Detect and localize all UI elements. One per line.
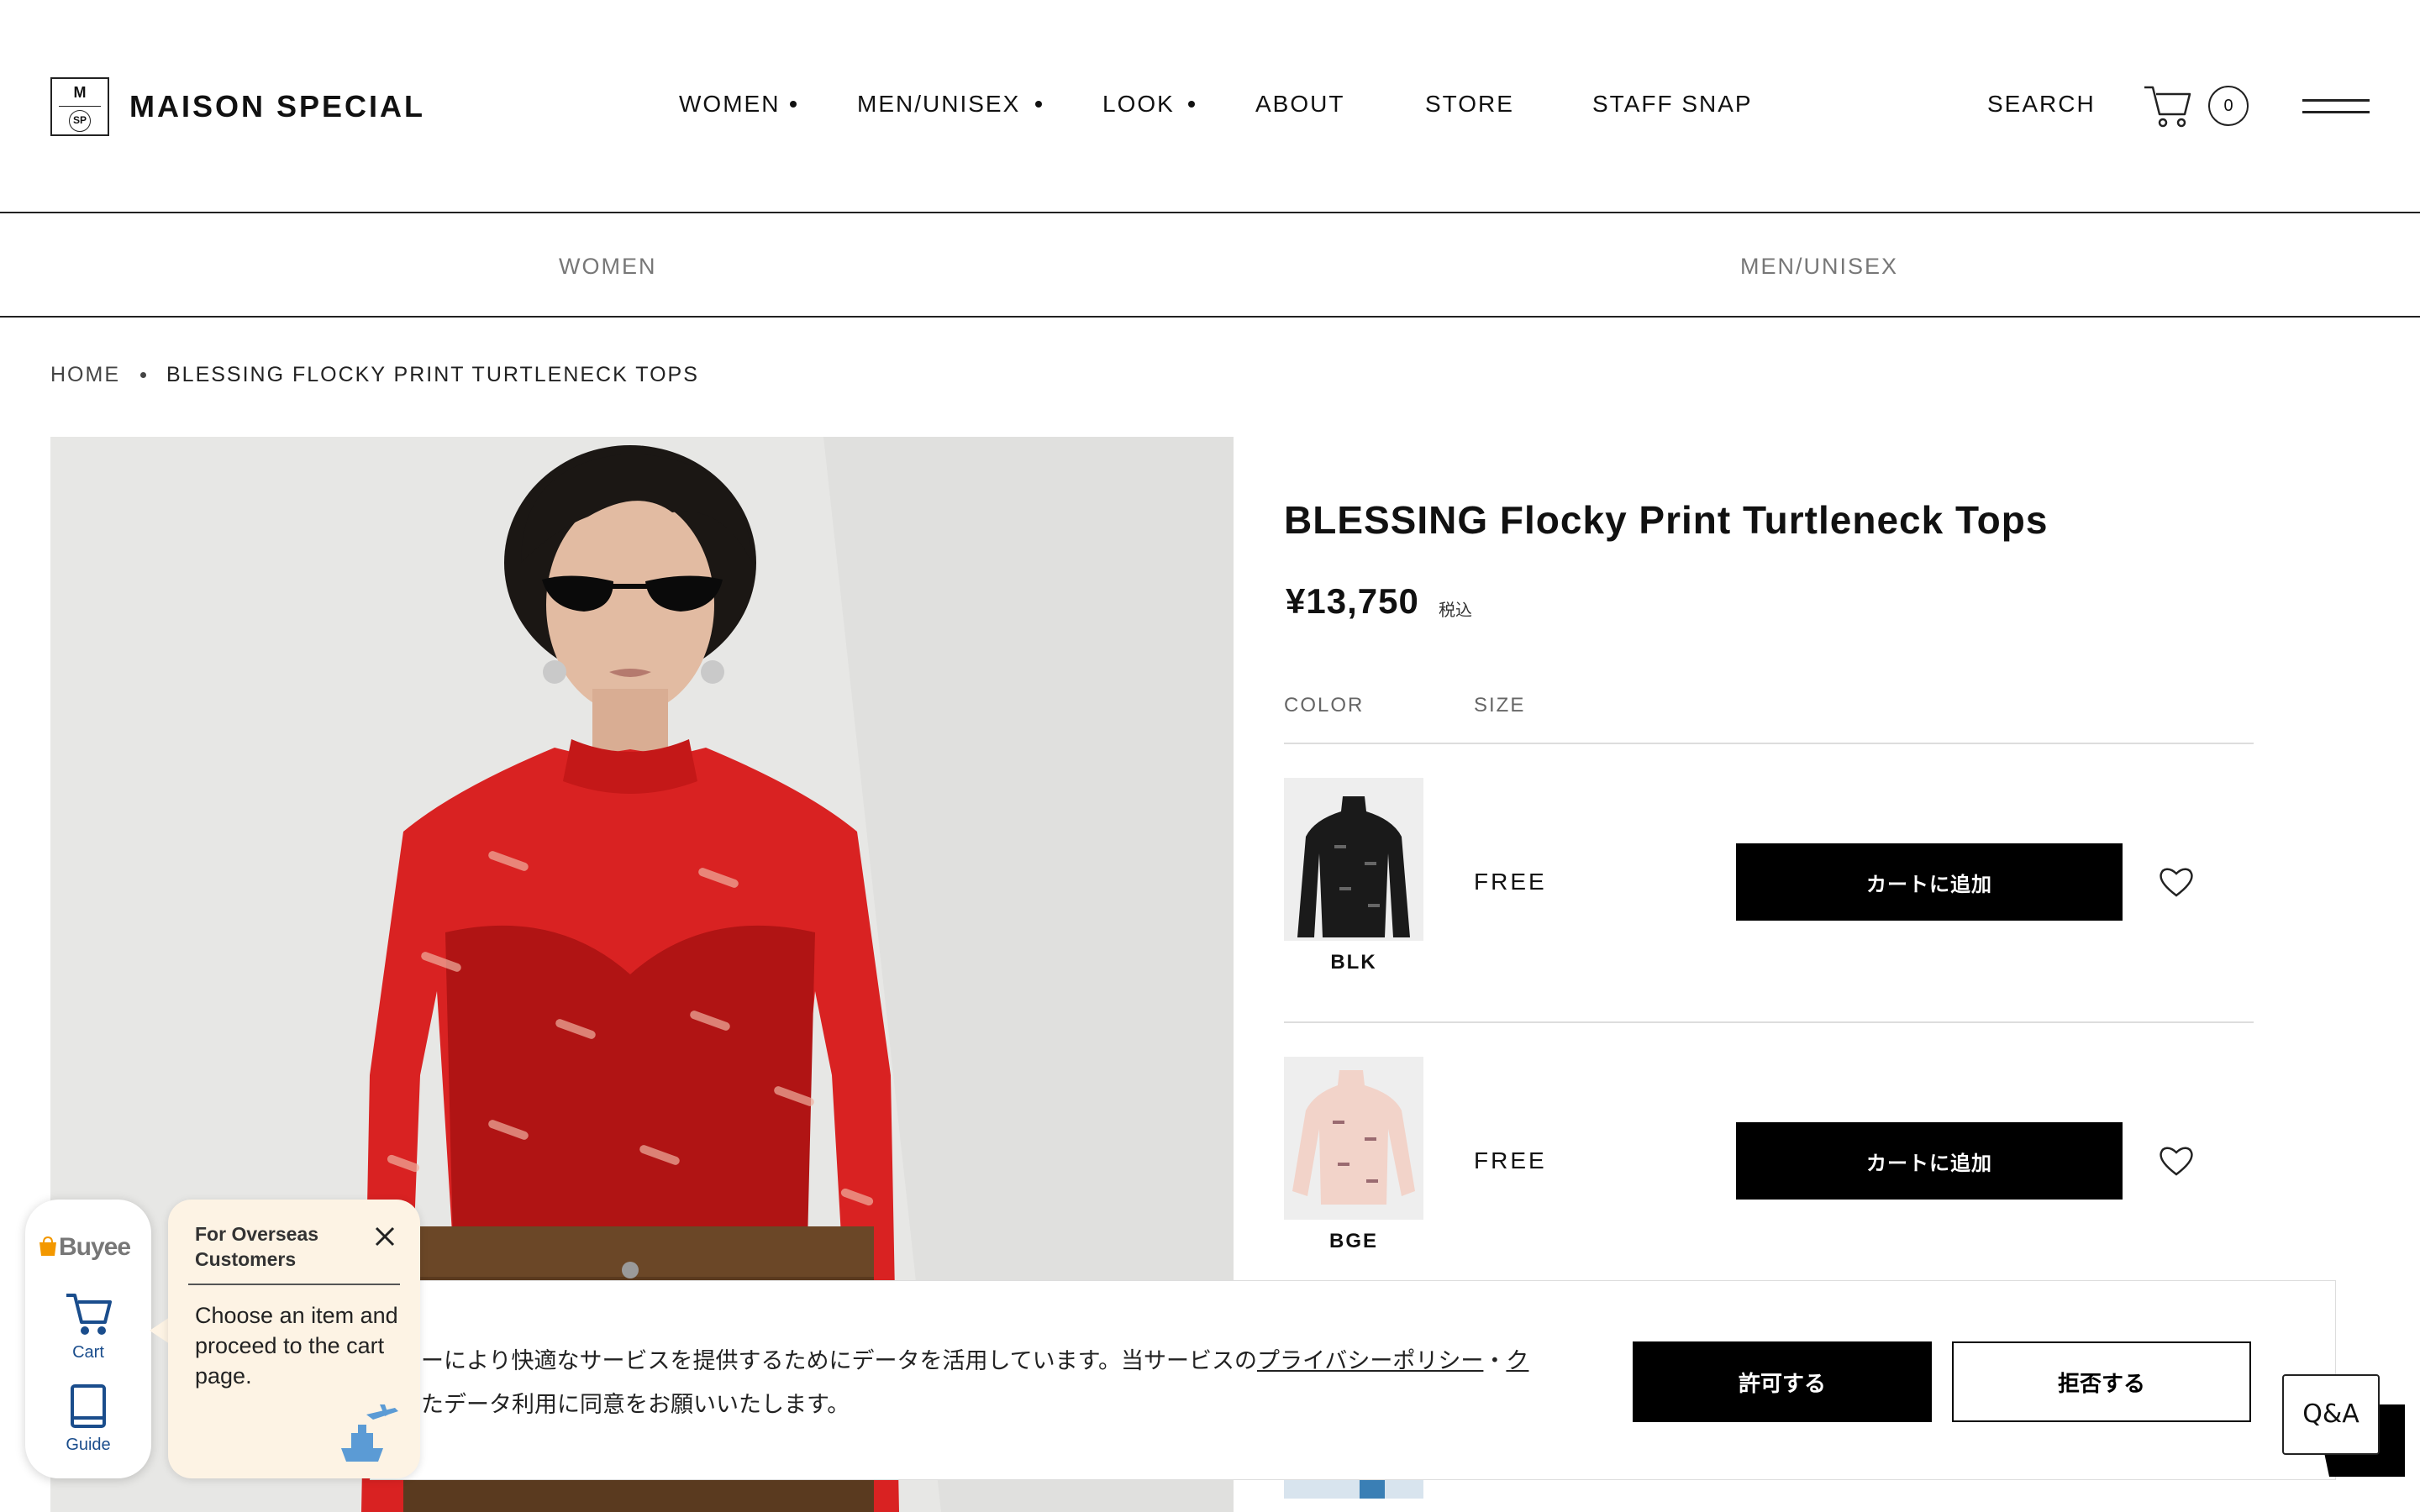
variant-swatch-partial[interactable]	[1284, 1480, 1423, 1499]
color-column-header: COLOR	[1284, 694, 1365, 717]
buyee-bag-icon	[39, 1236, 56, 1256]
logo-sp: SP	[69, 110, 91, 132]
brand-name[interactable]: MAISON SPECIAL	[129, 89, 425, 124]
tooltip-divider	[188, 1284, 400, 1285]
tax-label: 税込	[1439, 601, 1472, 620]
buyee-logo[interactable]: Buyee	[37, 1233, 131, 1262]
breadcrumb: HOME BLESSING FLOCKY PRINT TURTLENECK TO…	[50, 363, 699, 387]
variant-size-bge: FREE	[1474, 1147, 1547, 1173]
cookie-accept-button[interactable]: 許可する	[1633, 1341, 1932, 1422]
variant-swatch-blk[interactable]	[1284, 778, 1423, 941]
privacy-policy-link[interactable]: プライバシーポリシー	[1257, 1348, 1483, 1374]
add-to-cart-button-bge[interactable]: カートに追加	[1736, 1122, 2123, 1200]
nav-men-unisex-dropdown-dot	[1035, 101, 1042, 108]
cart-icon[interactable]	[2143, 82, 2193, 129]
variant-swatch-bge[interactable]	[1284, 1057, 1423, 1220]
logo-mark[interactable]: M SP	[50, 77, 109, 136]
cookie-consent-banner: ーにより快適なサービスを提供するためにデータを活用しています。当サービスのプライ…	[370, 1280, 2336, 1480]
buyee-cart-icon	[66, 1294, 112, 1335]
nav-look-dropdown-dot	[1188, 101, 1195, 108]
close-icon[interactable]	[373, 1225, 397, 1248]
swatch-image-blk	[1284, 778, 1423, 941]
breadcrumb-home[interactable]: HOME	[50, 363, 120, 387]
favorite-heart-icon-bge[interactable]	[2158, 1144, 2195, 1178]
breadcrumb-current: BLESSING FLOCKY PRINT TURTLENECK TOPS	[166, 363, 699, 386]
product-price: ¥13,750	[1286, 581, 1419, 621]
variant-color-blk: BLK	[1330, 951, 1377, 974]
swatch-image-bge	[1284, 1057, 1423, 1220]
nav-about[interactable]: ABOUT	[1255, 91, 1344, 118]
buyee-guide-book-icon	[71, 1384, 106, 1428]
nav-men-unisex[interactable]: MEN/UNISEX	[857, 91, 1020, 118]
qa-label: Q&A	[2282, 1374, 2380, 1455]
buyee-guide-button[interactable]: Guide	[59, 1383, 118, 1458]
nav-staff-snap[interactable]: STAFF SNAP	[1592, 91, 1753, 118]
variant-size-blk: FREE	[1474, 869, 1547, 895]
breadcrumb-separator	[140, 372, 146, 378]
cookie-text-line1: ーにより快適なサービスを提供するためにデータを活用しています。当サービスの	[421, 1348, 1257, 1374]
add-to-cart-button-blk[interactable]: カートに追加	[1736, 843, 2123, 921]
nav-women-dropdown-dot	[790, 101, 797, 108]
buyee-tooltip: For Overseas Customers Choose an item an…	[168, 1200, 420, 1478]
cookie-message: ーにより快適なサービスを提供するためにデータを活用しています。当サービスのプライ…	[421, 1340, 1528, 1427]
buyee-cart-button[interactable]: Cart	[59, 1290, 118, 1366]
logo-divider	[59, 106, 101, 107]
hamburger-menu-icon[interactable]	[2302, 96, 2370, 116]
favorite-heart-icon-blk[interactable]	[2158, 865, 2195, 899]
divider	[1284, 1021, 2254, 1023]
product-title: BLESSING Flocky Print Turtleneck Tops	[1284, 498, 2049, 542]
nav-store[interactable]: STORE	[1425, 91, 1514, 118]
buyee-logo-text: Buyee	[59, 1233, 131, 1261]
buyee-cart-label: Cart	[72, 1343, 104, 1362]
buyee-guide-label: Guide	[66, 1436, 111, 1454]
variant-row-blk: BLK FREE カートに追加	[1284, 778, 2254, 1055]
tooltip-pointer	[150, 1317, 170, 1344]
subnav-men-unisex[interactable]: MEN/UNISEX	[1740, 254, 1898, 280]
ship-and-plane-icon	[341, 1404, 398, 1462]
nav-women[interactable]: WOMEN	[679, 91, 780, 118]
search-link[interactable]: SEARCH	[1987, 91, 2096, 118]
nav-look[interactable]: LOOK	[1102, 91, 1175, 118]
tooltip-title: For Overseas Customers	[195, 1223, 319, 1270]
size-column-header: SIZE	[1474, 694, 1526, 717]
cookie-policy-link[interactable]: ク	[1506, 1348, 1528, 1374]
variant-color-bge: BGE	[1328, 1230, 1378, 1252]
buyee-widget: Buyee Cart Guide	[25, 1200, 151, 1478]
qa-chat-button[interactable]: Q&A	[2279, 1369, 2405, 1478]
tooltip-body: Choose an item and proceed to the cart p…	[195, 1303, 398, 1389]
divider	[1284, 743, 2254, 744]
cookie-text-line2: たデータ利用に同意をお願いいたします。	[421, 1392, 850, 1418]
cookie-text-separator: ・	[1483, 1348, 1507, 1374]
subnav-women[interactable]: WOMEN	[559, 254, 656, 280]
cookie-reject-button[interactable]: 拒否する	[1952, 1341, 2251, 1422]
site-header: M SP MAISON SPECIAL WOMEN MEN/UNISEX LOO…	[0, 0, 2420, 213]
cart-count-badge[interactable]: 0	[2208, 86, 2249, 126]
logo-m: M	[73, 84, 87, 101]
category-subnav: WOMEN MEN/UNISEX	[0, 213, 2420, 318]
